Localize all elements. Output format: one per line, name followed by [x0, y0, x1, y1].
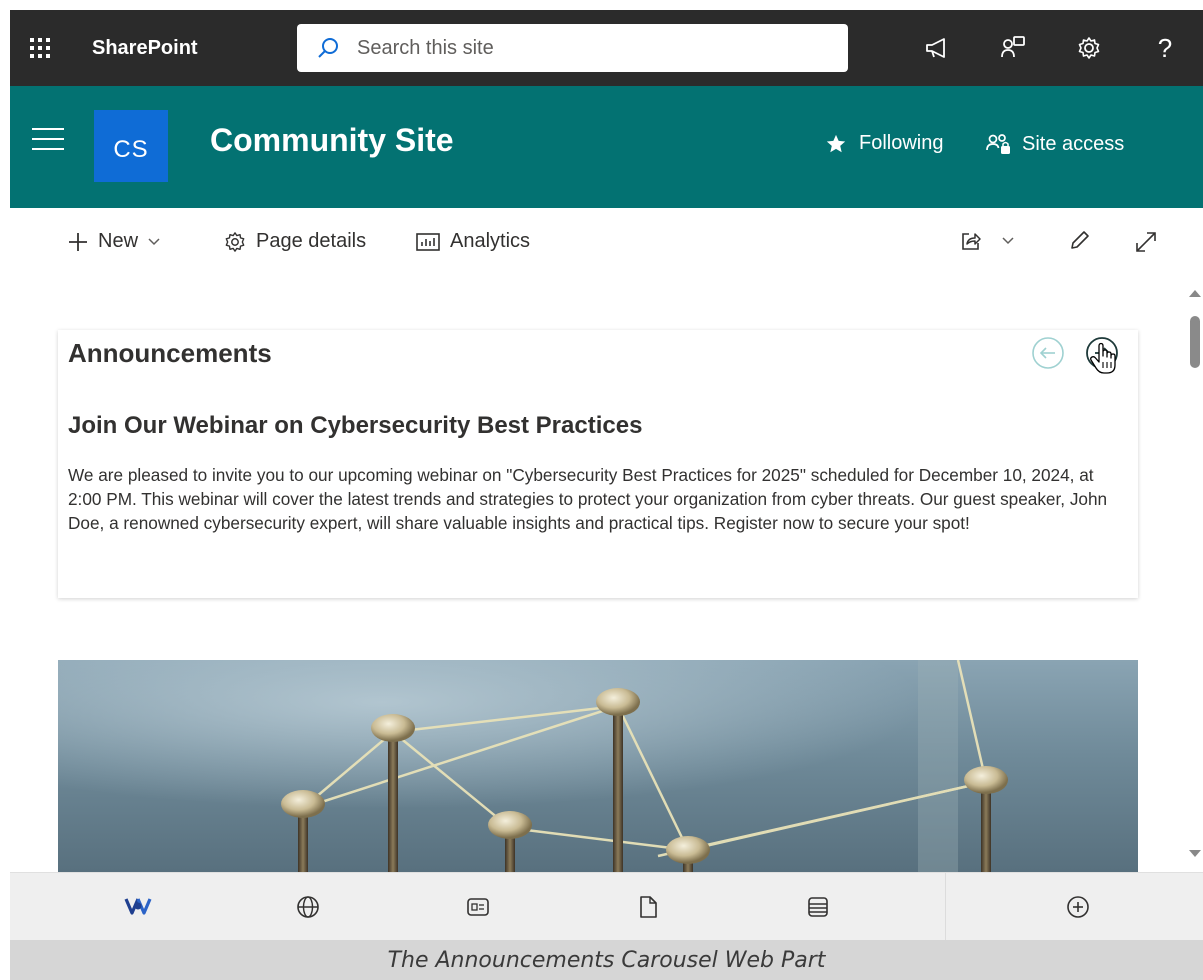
announcements-title: Announcements [68, 338, 272, 368]
pencil-icon [1071, 231, 1089, 249]
chevron-down-icon [148, 237, 160, 245]
scroll-down-arrow-icon[interactable] [1189, 850, 1201, 857]
site-header: CS Community Site Following Site access [10, 86, 1203, 208]
site-logo[interactable]: CS [94, 110, 168, 182]
people-lock-icon [986, 134, 1010, 154]
feedback-icon[interactable] [975, 10, 1051, 86]
add-icon[interactable] [1066, 895, 1090, 924]
search-icon [318, 38, 338, 58]
page-details-label: Page details [256, 230, 367, 252]
edit-button[interactable] [1068, 230, 1100, 252]
analytics-button[interactable]: Analytics [416, 230, 530, 253]
share-button[interactable] [960, 230, 1024, 252]
site-title[interactable]: Community Site [210, 122, 454, 159]
scroll-up-arrow-icon[interactable] [1189, 290, 1201, 297]
gear-icon [225, 231, 245, 252]
command-bar: New Page details Analytics [10, 208, 1203, 280]
new-label: New [98, 230, 139, 252]
list-icon[interactable] [806, 895, 830, 924]
carousel-previous-button[interactable] [1031, 336, 1065, 375]
plus-icon [69, 232, 87, 251]
scrollbar-thumb[interactable] [1190, 316, 1200, 368]
suite-bar: SharePoint ? [10, 10, 1203, 86]
gear-icon[interactable] [1051, 10, 1127, 86]
vertical-scrollbar[interactable] [1185, 284, 1203, 872]
bottom-toolbar [10, 872, 1203, 941]
expand-icon [1136, 232, 1156, 252]
announcement-body: We are pleased to invite you to our upco… [68, 465, 1108, 533]
search-box[interactable] [297, 24, 848, 72]
following-label: Following [859, 132, 944, 154]
announcement-heading: Join Our Webinar on Cybersecurity Best P… [68, 412, 643, 439]
hero-image [58, 660, 1138, 872]
help-icon[interactable]: ? [1127, 10, 1203, 86]
app-launcher-icon[interactable] [10, 10, 70, 86]
site-access-button[interactable]: Site access [986, 132, 1124, 156]
share-icon [962, 233, 981, 250]
star-icon [826, 134, 846, 152]
globe-icon[interactable] [296, 895, 320, 924]
expand-button[interactable] [1134, 230, 1168, 254]
page-details-button[interactable]: Page details [224, 230, 366, 253]
following-button[interactable]: Following [825, 132, 943, 155]
document-icon[interactable] [637, 895, 659, 924]
chevron-down-icon [1002, 237, 1014, 245]
analytics-label: Analytics [450, 230, 531, 252]
viva-connections-icon[interactable] [124, 895, 152, 922]
hand-cursor-icon [1088, 342, 1120, 381]
analytics-icon [416, 232, 440, 251]
search-input[interactable] [357, 36, 797, 60]
app-name[interactable]: SharePoint [92, 37, 297, 60]
news-icon[interactable] [466, 895, 490, 924]
site-access-label: Site access [1022, 132, 1125, 155]
new-button[interactable]: New [68, 230, 170, 253]
megaphone-icon[interactable] [899, 10, 975, 86]
hamburger-menu-icon[interactable] [32, 128, 64, 158]
arrow-left-circle-icon [1032, 337, 1064, 369]
figure-caption: The Announcements Carousel Web Part [10, 940, 1203, 980]
toolbar-divider [945, 873, 946, 941]
announcements-carousel: Announcements Join Our Webinar on Cybers… [58, 330, 1138, 598]
